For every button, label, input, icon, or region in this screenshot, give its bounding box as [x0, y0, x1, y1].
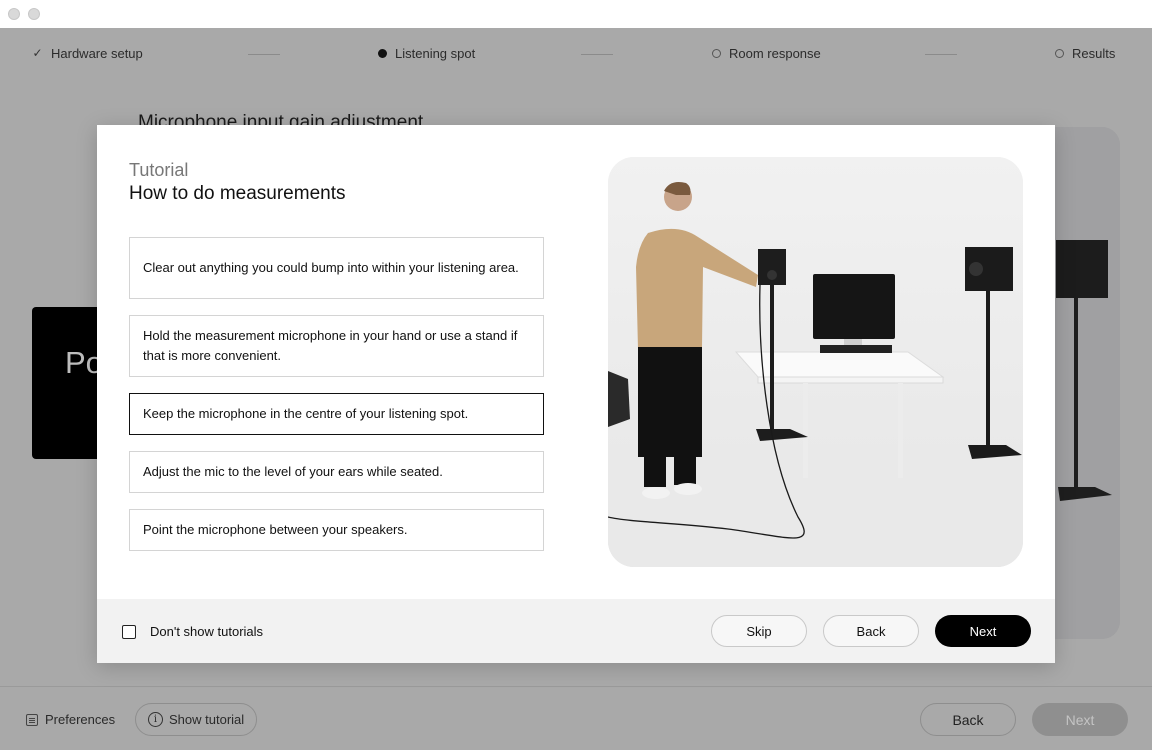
tutorial-tip[interactable]: Clear out anything you could bump into w…	[129, 237, 544, 299]
app-footer: Preferences i Show tutorial Back Next	[0, 686, 1152, 750]
footer-next-button[interactable]: Next	[1032, 703, 1128, 736]
dialog-next-button[interactable]: Next	[935, 615, 1031, 647]
tutorial-tip[interactable]: Adjust the mic to the level of your ears…	[129, 451, 544, 493]
step-label: Listening spot	[395, 46, 476, 61]
step-connector	[581, 54, 613, 55]
close-window-button[interactable]	[8, 8, 20, 20]
list-icon	[26, 713, 38, 726]
dont-show-tutorials-label: Don't show tutorials	[150, 624, 264, 639]
current-step-dot-icon	[378, 49, 387, 58]
measurement-illustration	[608, 157, 1023, 567]
step-label: Room response	[729, 46, 821, 61]
info-icon: i	[148, 712, 163, 727]
tutorial-dialog: Tutorial How to do measurements Clear ou…	[97, 125, 1055, 663]
tutorial-tip[interactable]: Point the microphone between your speake…	[129, 509, 544, 551]
minimize-window-button[interactable]	[28, 8, 40, 20]
step-connector	[248, 54, 280, 55]
dialog-title: How to do measurements	[129, 183, 346, 204]
tutorial-photo	[608, 157, 1023, 567]
pending-step-circle-icon	[712, 49, 721, 58]
dialog-footer: Don't show tutorials Skip Back Next	[97, 599, 1055, 663]
preferences-button[interactable]: Preferences	[26, 712, 115, 727]
dont-show-tutorials-option[interactable]: Don't show tutorials	[122, 624, 263, 639]
checkmark-icon: ✓	[32, 46, 43, 60]
dialog-kicker: Tutorial	[129, 160, 189, 180]
step-connector	[925, 54, 957, 55]
step-label: Results	[1072, 46, 1116, 61]
show-tutorial-label: Show tutorial	[169, 712, 245, 727]
footer-back-button[interactable]: Back	[920, 703, 1016, 736]
step-label: Hardware setup	[51, 46, 143, 61]
tutorial-tip-selected[interactable]: Keep the microphone in the centre of you…	[129, 393, 544, 435]
pending-step-circle-icon	[1055, 49, 1064, 58]
skip-button[interactable]: Skip	[711, 615, 807, 647]
step-results: Results	[1055, 46, 1115, 61]
tutorial-tip[interactable]: Hold the measurement microphone in your …	[129, 315, 544, 377]
dont-show-tutorials-checkbox[interactable]	[122, 624, 136, 639]
progress-stepper: ✓ Hardware setup Listening spot Room res…	[0, 28, 1152, 82]
step-listening-spot: Listening spot	[378, 46, 475, 61]
window-titlebar	[0, 0, 1152, 28]
dialog-back-button[interactable]: Back	[823, 615, 919, 647]
step-hardware-setup: ✓ Hardware setup	[32, 46, 143, 61]
preferences-label: Preferences	[45, 712, 116, 727]
show-tutorial-button[interactable]: i Show tutorial	[135, 703, 258, 736]
step-room-response: Room response	[712, 46, 821, 61]
